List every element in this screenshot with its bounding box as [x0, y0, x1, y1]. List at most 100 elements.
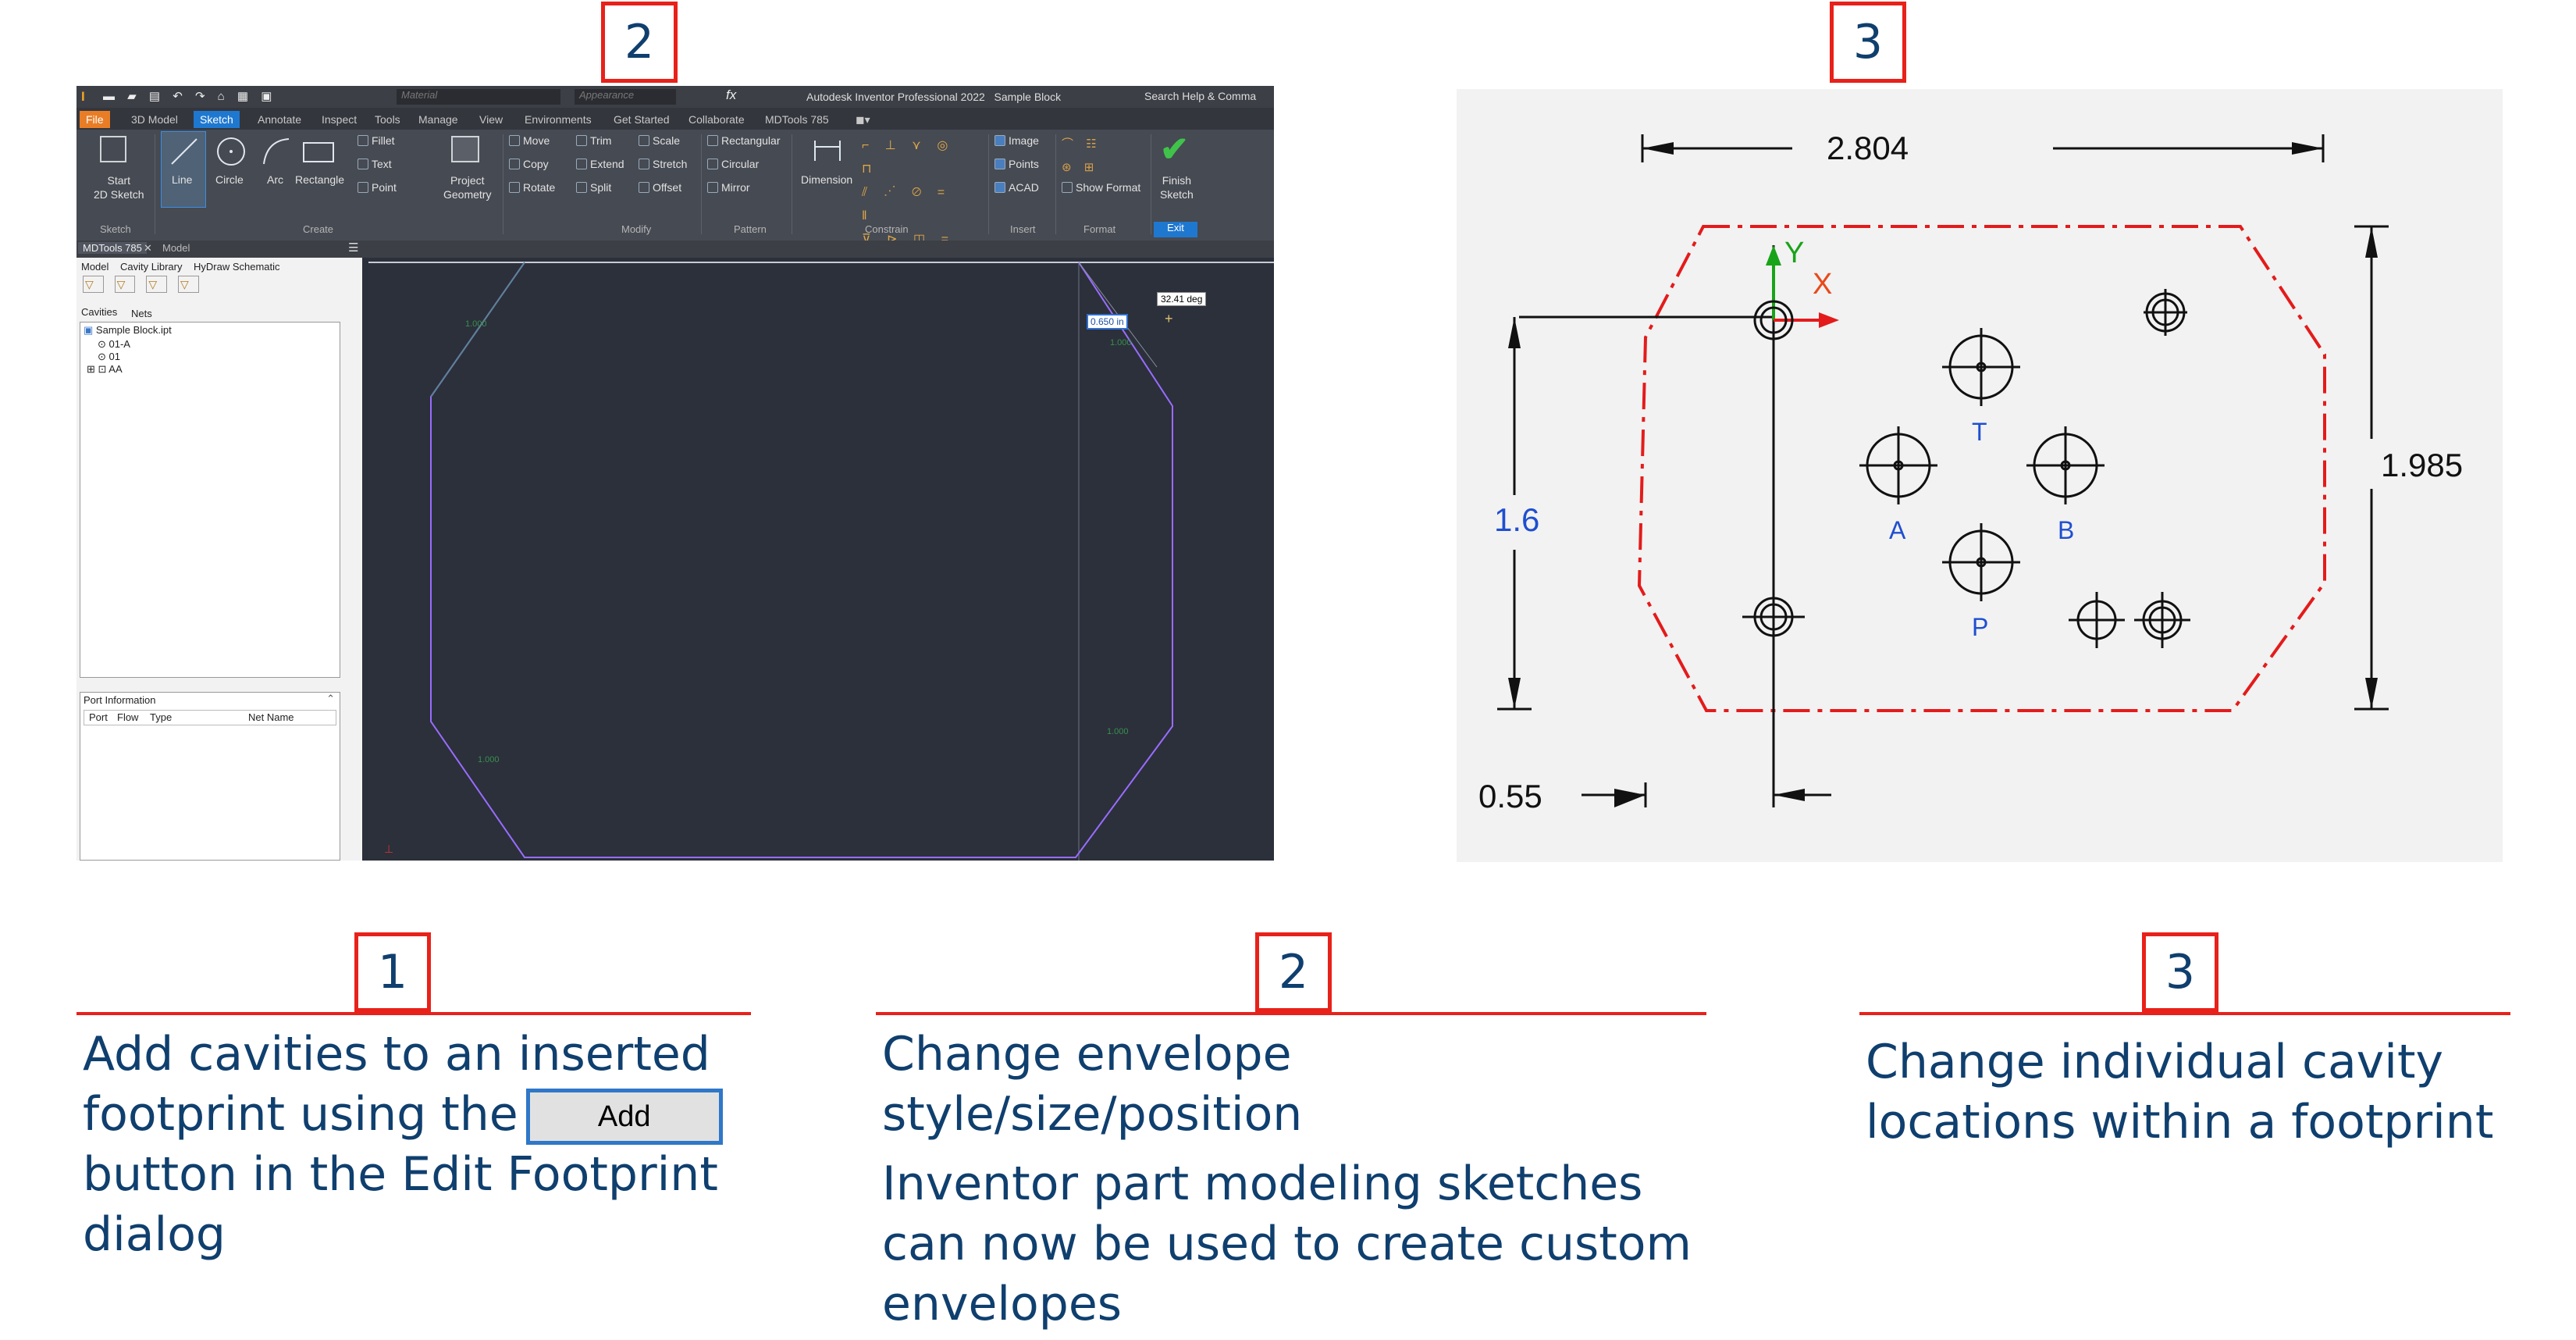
tab-sketch[interactable]: Sketch [194, 111, 240, 128]
axis-y-label: Y [1784, 237, 1804, 269]
tab-mdtools[interactable]: MDTools 785 [759, 111, 835, 128]
offset-button[interactable]: Offset [639, 181, 681, 194]
move-button[interactable]: Move [509, 134, 550, 147]
extend-button[interactable]: Extend [576, 158, 624, 170]
tab-view[interactable]: View [473, 111, 509, 128]
scale-icon [639, 135, 649, 146]
doc-tab-model[interactable]: Model [162, 242, 190, 254]
cavity-small-2[interactable] [2134, 592, 2190, 648]
cavity-label-b: B [2058, 516, 2074, 544]
circle-button[interactable]: Circle [215, 173, 244, 186]
scale-button[interactable]: Scale [639, 134, 680, 147]
acad-button[interactable]: ACAD [994, 181, 1039, 194]
text-button[interactable]: Text [358, 158, 392, 170]
tab-tools[interactable]: Tools [368, 111, 407, 128]
tab-environments[interactable]: Environments [518, 111, 598, 128]
title-bar: I ▬ ▰ ▤ ↶ ↷ ⌂ ▦ ▣ Material Appearance fx… [76, 86, 1274, 108]
image-icon [994, 135, 1005, 146]
tree-item-01[interactable]: ⊙ 01 [80, 351, 340, 363]
col-net-name: Net Name [248, 711, 294, 723]
col-port: Port [89, 711, 108, 723]
axis-x-label: X [1813, 268, 1832, 301]
point-button[interactable]: Point [358, 181, 397, 194]
points-label: Points [1009, 158, 1039, 170]
panel-tab-model[interactable]: Model [81, 261, 109, 273]
circular-label: Circular [721, 158, 760, 170]
stretch-icon [639, 159, 649, 169]
copy-button[interactable]: Copy [509, 158, 549, 170]
material-dropdown[interactable]: Material [397, 89, 560, 105]
cavity-top-right[interactable] [2144, 289, 2187, 336]
finish-sketch-button[interactable]: Finish Sketch [1160, 173, 1194, 201]
search-help-input[interactable]: Search Help & Comma [1144, 90, 1256, 102]
dimension-x-offset [1582, 782, 1831, 807]
group-constrain: Constrain [865, 223, 909, 235]
tree-item-01a[interactable]: ⊙ 01-A [80, 338, 340, 351]
rectangle-button[interactable]: Rectangle [295, 173, 344, 186]
dimension-input[interactable]: 0.650 in [1087, 314, 1128, 330]
stretch-button[interactable]: Stretch [639, 158, 687, 170]
tree-item-aa[interactable]: ⊞ ⊡ AA [80, 363, 340, 376]
fillet-button[interactable]: Fillet [358, 134, 395, 147]
image-label: Image [1009, 134, 1039, 147]
split-button[interactable]: Split [576, 181, 611, 194]
format-icons[interactable]: ⌒ ☷ ⊛ ⊞ [1062, 133, 1101, 180]
tab-3d-model[interactable]: 3D Model [125, 111, 184, 128]
cavity-small-1[interactable] [2069, 592, 2125, 648]
collapse-icon[interactable]: ⌃ [326, 693, 335, 705]
menu-icon[interactable]: ☰ [348, 241, 358, 255]
panel-tab-hydraw-schematic[interactable]: HyDraw Schematic [194, 261, 280, 273]
dim-x-label: 0.55 [1478, 778, 1542, 814]
dim-label: 1.000 [478, 755, 500, 764]
dimension-button[interactable]: Dimension [801, 173, 852, 186]
tab-file[interactable]: File [80, 111, 110, 128]
finish-sketch-check-icon: ✔ [1160, 130, 1189, 169]
subtab-nets[interactable]: Nets [131, 308, 152, 319]
dimension-width [1641, 134, 2325, 162]
camera-icon[interactable]: ◼▾ [849, 111, 877, 128]
split-icon [576, 182, 587, 193]
sketch-canvas[interactable]: 1.000 1.000 1.000 1.000 + ⊥ 32.41 deg 0.… [368, 258, 1274, 861]
appearance-dropdown[interactable]: Appearance [575, 89, 676, 105]
doc-tab-mdtools[interactable]: MDTools 785 [78, 242, 147, 254]
rotate-button[interactable]: Rotate [509, 181, 555, 194]
close-icon[interactable]: ✕ [144, 242, 152, 255]
points-button[interactable]: Points [994, 158, 1039, 170]
tree-item-label: Sample Block.ipt [95, 324, 172, 336]
start-sketch-button[interactable]: Start 2D Sketch [94, 173, 144, 201]
mirror-icon [707, 182, 718, 193]
arc-button[interactable]: Arc [267, 173, 283, 186]
fx-icon[interactable]: fx [726, 87, 736, 103]
tree-item-label: AA [109, 363, 123, 375]
tab-collaborate[interactable]: Collaborate [682, 111, 751, 128]
cavity-p[interactable] [1942, 523, 2020, 601]
quick-access-icons[interactable]: ▬ ▰ ▤ ↶ ↷ ⌂ ▦ ▣ [103, 89, 276, 103]
cavity-b[interactable] [2026, 426, 2105, 504]
tab-get-started[interactable]: Get Started [607, 111, 676, 128]
cavity-a[interactable] [1859, 426, 1937, 504]
tab-annotate[interactable]: Annotate [251, 111, 308, 128]
rectangular-pattern-button[interactable]: Rectangular [707, 134, 781, 147]
rotate-label: Rotate [523, 181, 556, 194]
add-button[interactable]: Add [525, 1089, 723, 1146]
filter-icons[interactable]: ▽ ▽ ▽ ▽ [83, 276, 199, 293]
show-format-button[interactable]: Show Format [1062, 181, 1140, 194]
tree-item-root[interactable]: ▣ Sample Block.ipt [80, 323, 340, 338]
trim-button[interactable]: Trim [576, 134, 611, 147]
divider [1055, 134, 1056, 234]
subtab-cavities[interactable]: Cavities [81, 306, 117, 318]
mirror-button[interactable]: Mirror [707, 181, 750, 194]
image-button[interactable]: Image [994, 134, 1039, 147]
sketch-svg: 1.000 1.000 1.000 1.000 + ⊥ [368, 262, 1274, 861]
project-geometry-button[interactable]: Project Geometry [443, 173, 491, 201]
tab-manage[interactable]: Manage [412, 111, 464, 128]
step-2-label: 2 [1255, 932, 1332, 1012]
cavity-bottom-left[interactable] [1742, 593, 1805, 640]
tree-item-label: 01-A [109, 338, 130, 350]
circular-pattern-button[interactable]: Circular [707, 158, 759, 170]
tab-inspect[interactable]: Inspect [315, 111, 363, 128]
panel-tab-cavity-library[interactable]: Cavity Library [120, 261, 182, 273]
start-sketch-icon [100, 136, 126, 162]
envelope-sketch[interactable] [430, 262, 1173, 858]
cavity-t[interactable] [1942, 328, 2020, 406]
